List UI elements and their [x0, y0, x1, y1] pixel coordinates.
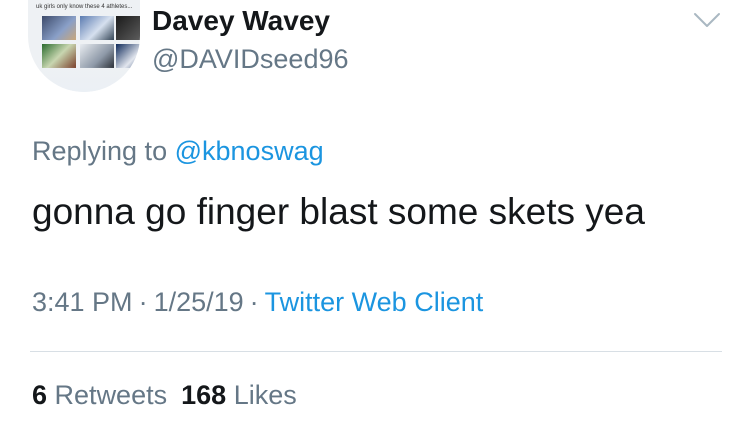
- divider: [30, 351, 722, 352]
- avatar-photo-tile: [42, 44, 76, 68]
- tweet-time[interactable]: 3:41 PM: [32, 287, 133, 317]
- meta-separator: ·: [249, 287, 259, 317]
- author-handle[interactable]: @DAVIDseed96: [152, 44, 349, 75]
- author-display-name[interactable]: Davey Wavey: [152, 5, 330, 37]
- reply-mention-link[interactable]: @kbnoswag: [175, 136, 324, 166]
- retweets-stat[interactable]: 6 Retweets: [32, 380, 167, 410]
- tweet-date[interactable]: 1/25/19: [154, 287, 244, 317]
- avatar-photo-tile: [116, 44, 140, 68]
- avatar-photo-tile: [42, 16, 76, 40]
- meta-separator: ·: [138, 287, 148, 317]
- tweet-detail: uk girls only know these 4 athletes... D…: [0, 0, 750, 429]
- replying-to-line: Replying to @kbnoswag: [32, 136, 324, 167]
- avatar-fade: [28, 66, 140, 92]
- retweets-count: 6: [32, 380, 48, 410]
- replying-to-label: Replying to: [32, 136, 168, 166]
- likes-stat[interactable]: 168 Likes: [181, 380, 297, 410]
- tweet-metadata: 3:41 PM · 1/25/19 · Twitter Web Client: [32, 287, 483, 318]
- avatar-photo-tile: [80, 44, 114, 68]
- tweet-text: gonna go finger blast some skets yea: [32, 191, 645, 232]
- chevron-down-icon[interactable]: [692, 10, 722, 30]
- avatar-photo-tile: [80, 16, 114, 40]
- tweet-client-link[interactable]: Twitter Web Client: [265, 287, 484, 317]
- tweet-stats: 6 Retweets 168 Likes: [32, 380, 297, 411]
- likes-label: Likes: [233, 380, 297, 410]
- retweets-label: Retweets: [54, 380, 168, 410]
- avatar-photo-tile: [116, 16, 140, 40]
- likes-count: 168: [181, 380, 227, 410]
- avatar[interactable]: uk girls only know these 4 athletes...: [28, 0, 140, 92]
- avatar-caption: uk girls only know these 4 athletes...: [36, 4, 133, 10]
